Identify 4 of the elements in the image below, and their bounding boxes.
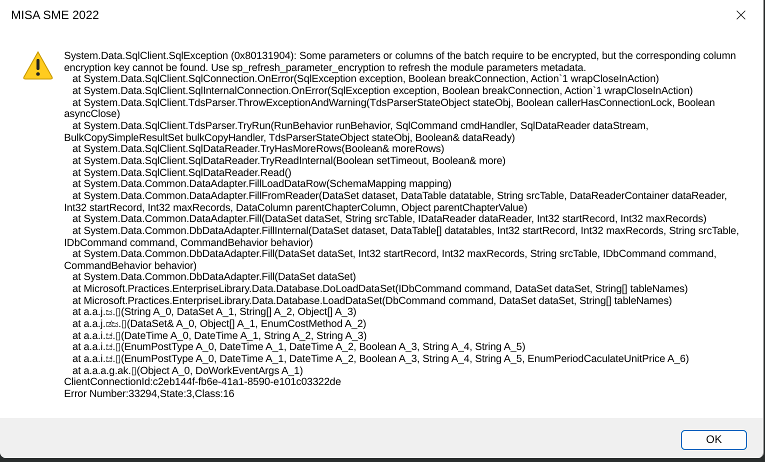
- window-title: MISA SME 2022: [11, 8, 100, 22]
- ok-button[interactable]: OK: [681, 430, 747, 450]
- warning-icon: [22, 50, 54, 80]
- error-message: System.Data.SqlClient.SqlException (0x80131904): Some parameters or columns of the batch require to be encrypted, but the corresponding column encryption key cannot be found. Use sp_refresh_parameter_encryption to refresh the module parameters metadata. at System.Data.SqlClient.SqlConnection.OnError(SqlException exception, Boolean breakConnection, Action`1 wrapCloseInAction) at System.Data.SqlClient.SqlInternalConnection.OnError(SqlException exception, Boolean breakConnection, Action`1 wrapCloseInAction) at System.Data.SqlClient.TdsParser.ThrowExceptionAndWarning(TdsParserStateObject stateObj, Boolean callerHasConnectionLock, Boolean asyncClose) at System.Data.SqlClient.TdsParser.TryRun(RunBehavior runBehavior, SqlCommand cmdHandler, SqlDataReader dataStream, BulkCopySimpleResultSet bulkCopyHandler, TdsParserStateObject stateObj, Boolean& dataReady) at System.Data.SqlClient.SqlDataReader.TryHasMoreRows(Boolean& moreRows) at System.Data.SqlClient.SqlDataReader.TryReadInternal(Boolean setTimeout, Boolean& more) at System.Data.SqlClient.SqlDataReader.Read() at System.Data.Common.DataAdapter.FillLoadDataRow(SchemaMapping mapping) at System.Data.Common.DataAdapter.FillFromReader(DataSet dataset, DataTable datatable, String srcTable, DataReaderContainer dataReader, Int32 startRecord, Int32 maxRecords, DataColumn parentChapterColumn, Object parentChapterValue) at System.Data.Common.DataAdapter.Fill(DataSet dataSet, String srcTable, IDataReader dataReader, Int32 startRecord, Int32 maxRecords) at System.Data.Common.DbDataAdapter.FillInternal(DataSet dataset, DataTable[] datatables, Int32 startRecord, Int32 maxRecords, String srcTable, IDbCommand command, CommandBehavior behavior) at System.Data.Common.DbDataAdapter.Fill(DataSet dataSet, Int32 startRecord, Int32 maxRecords, String srcTable, IDbCommand command, CommandBehavior behavior) at System.Data.Common.DbDataAdapter.Fill(DataSet dataSet) at Microsoft.Practices.EnterpriseLibrary.Data.Database.DoLoadDataSet(IDbCommand command, DataSet dataSet, String[] tableNames) at Microsoft.Practices.EnterpriseLibrary.Data.Database.LoadDataSet(DbCommand command, DataSet dataSet, String[] tableNames) at a.a.j.ಜ.▯(String A_0, DataSet A_1, String[] A_2, Object[] A_3) at a.a.j.ಡಜ.▯(DataSet& A_0, Object[] A_1, EnumCostMethod A_2) at a.a.i.ಚ.▯(DateTime A_0, DateTime A_1, String A_2, String A_3) at a.a.i.ಚ.▯(EnumPostType A_0, DateTime A_1, DateTime A_2, Boolean A_3, String A_4, String A_5) at a.a.i.ಚ.▯(EnumPostType A_0, DateTime A_1, DateTime A_2, Boolean A_3, String A_4, String A_5, EnumPeriodCaculateUnitPrice A_6) at a.a.a.g.ak.▯(Object A_0, DoWorkEventArgs A_1) ClientConnectionId:c2eb144f-fb6e-41a1-8590-e101c03322de Error Number:33294,State:3,Class:16: [64, 50, 739, 402]
